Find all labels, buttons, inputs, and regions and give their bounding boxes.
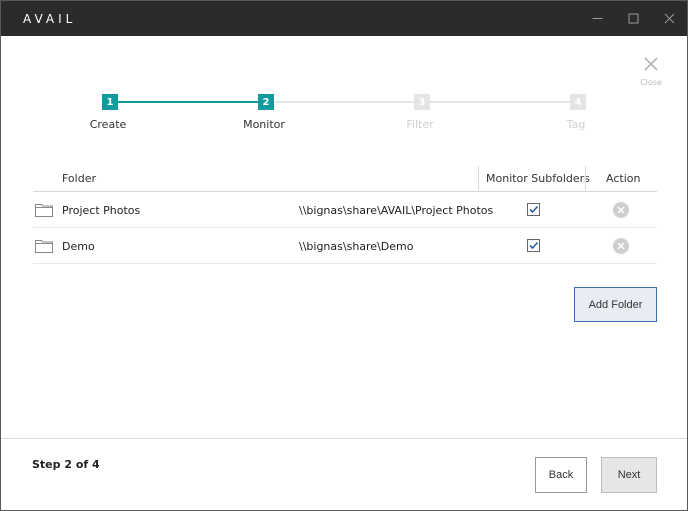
minimize-button[interactable] bbox=[579, 1, 615, 36]
window-close-button[interactable] bbox=[651, 1, 687, 36]
step-3-label: Filter bbox=[406, 118, 434, 131]
step-4-number: 4 bbox=[570, 94, 586, 110]
folder-path: \\bignas\share\Demo bbox=[299, 240, 414, 253]
step-connector-2-3 bbox=[274, 101, 415, 103]
header-action: Action bbox=[606, 172, 641, 185]
table-header: Folder Monitor Subfolders Action bbox=[33, 166, 657, 192]
folder-name: Demo bbox=[62, 240, 95, 253]
step-connector-3-4 bbox=[430, 101, 571, 103]
close-icon bbox=[664, 13, 674, 24]
step-3-number: 3 bbox=[414, 94, 430, 110]
title-bar: AVAIL bbox=[1, 1, 687, 36]
next-button[interactable]: Next bbox=[601, 457, 657, 493]
remove-folder-button[interactable] bbox=[613, 202, 629, 218]
step-1-label: Create bbox=[89, 118, 127, 131]
folder-name: Project Photos bbox=[62, 204, 141, 217]
header-divider bbox=[585, 166, 586, 191]
checkmark-icon bbox=[529, 205, 539, 214]
folder-path: \\bignas\share\AVAIL\Project Photos bbox=[299, 204, 494, 217]
table-row: Project Photos \\bignas\share\AVAIL\Proj… bbox=[33, 192, 657, 228]
step-connector-1-2 bbox=[118, 101, 259, 103]
step-1-number: 1 bbox=[102, 94, 118, 110]
checkmark-icon bbox=[529, 241, 539, 250]
wizard-window: AVAIL Close 1 2 3 4 Create Monitor Filte… bbox=[0, 0, 688, 511]
monitor-subfolders-checkbox[interactable] bbox=[527, 203, 540, 216]
add-folder-button[interactable]: Add Folder bbox=[574, 287, 657, 322]
back-button[interactable]: Back bbox=[535, 457, 587, 493]
step-2-number: 2 bbox=[258, 94, 274, 110]
minimize-icon bbox=[592, 18, 602, 19]
wizard-close-button[interactable]: Close bbox=[635, 56, 667, 92]
maximize-icon bbox=[628, 13, 638, 24]
table-row: Demo \\bignas\share\Demo bbox=[33, 228, 657, 264]
header-divider bbox=[478, 166, 479, 191]
step-counter: Step 2 of 4 bbox=[32, 458, 100, 471]
remove-folder-button[interactable] bbox=[613, 238, 629, 254]
folder-icon bbox=[35, 204, 53, 217]
header-monitor-subfolders: Monitor Subfolders bbox=[486, 172, 590, 185]
header-folder: Folder bbox=[62, 172, 96, 185]
app-title: AVAIL bbox=[23, 12, 77, 26]
footer-divider bbox=[1, 438, 687, 439]
remove-x-icon bbox=[617, 242, 625, 250]
step-2-label: Monitor bbox=[243, 118, 285, 131]
step-4-label: Tag bbox=[566, 118, 586, 131]
close-x-icon bbox=[644, 57, 658, 71]
monitor-subfolders-checkbox[interactable] bbox=[527, 239, 540, 252]
wizard-stepper: 1 2 3 4 Create Monitor Filter Tag bbox=[1, 91, 688, 136]
remove-x-icon bbox=[617, 206, 625, 214]
folder-icon bbox=[35, 240, 53, 253]
maximize-button[interactable] bbox=[615, 1, 651, 36]
close-label: Close bbox=[640, 78, 662, 87]
folders-table: Folder Monitor Subfolders Action Project… bbox=[33, 166, 657, 264]
